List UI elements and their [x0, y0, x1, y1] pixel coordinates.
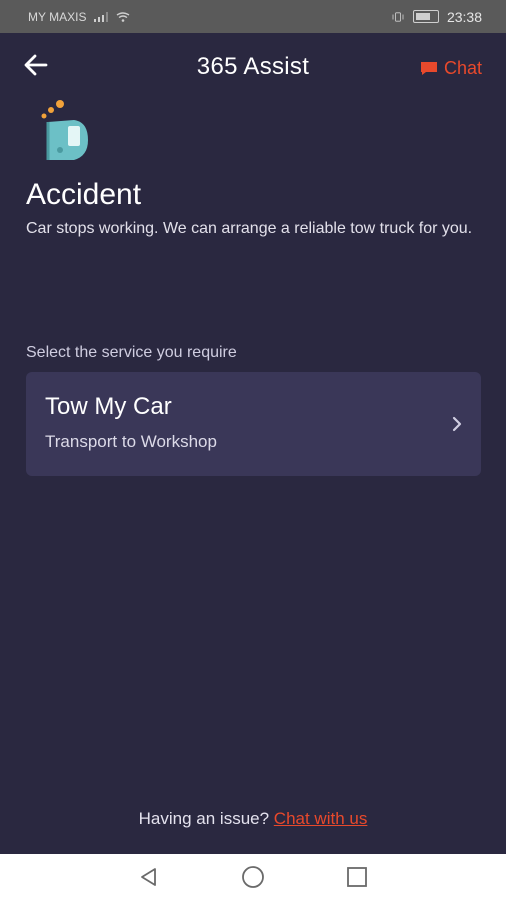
nav-back-icon[interactable] — [137, 865, 161, 889]
carrier-label: MY MAXIS — [28, 9, 87, 24]
page-description: Car stops working. We can arrange a reli… — [26, 220, 473, 237]
car-accident-icon — [41, 100, 88, 160]
chat-bubble-icon — [420, 62, 437, 75]
vibrate-icon — [392, 11, 404, 22]
chat-with-us-link[interactable]: Chat with us — [274, 809, 368, 828]
status-left: MY MAXIS — [28, 10, 130, 24]
status-bar: MY MAXIS 23:38 — [0, 0, 506, 33]
wifi-icon — [117, 11, 130, 22]
service-subtitle: Transport to Workshop — [45, 432, 217, 451]
signal-icon — [94, 11, 109, 22]
nav-home-icon[interactable] — [241, 865, 265, 889]
tow-my-car-card[interactable]: Tow My Car Transport to Workshop — [26, 372, 481, 476]
status-right: 23:38 — [391, 9, 482, 25]
status-time: 23:38 — [446, 8, 482, 25]
system-nav-bar — [0, 854, 506, 900]
chat-button-label: Chat — [443, 58, 482, 78]
nav-recents-icon[interactable] — [345, 865, 369, 889]
footer-question: Having an issue? — [138, 809, 270, 828]
service-title: Tow My Car — [45, 393, 172, 420]
page-title: Accident — [26, 178, 142, 211]
app-header: 365 Assist Chat — [0, 33, 506, 103]
chat-button[interactable]: Chat — [420, 58, 482, 79]
footer-help: Having an issue? Chat with us — [0, 809, 506, 829]
chevron-right-icon — [452, 416, 462, 432]
battery-icon — [412, 10, 439, 23]
service-section-label: Select the service you require — [26, 344, 237, 361]
